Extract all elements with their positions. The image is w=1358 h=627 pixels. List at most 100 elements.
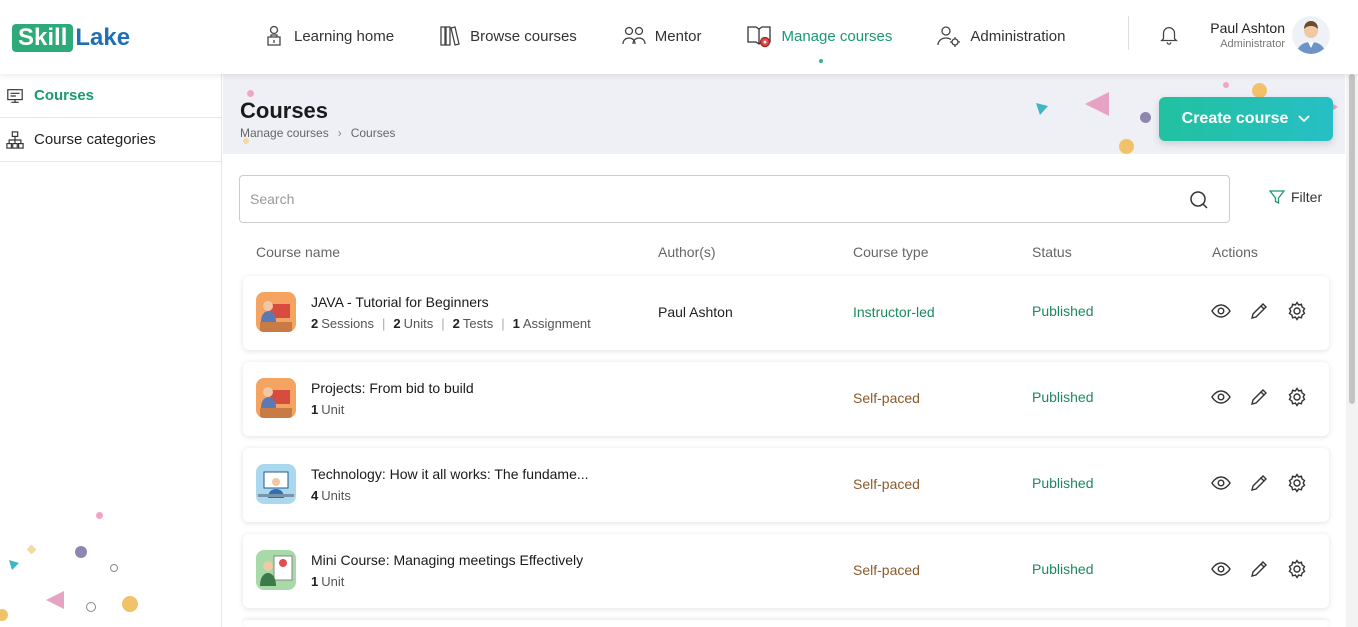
view-button[interactable] (1211, 387, 1231, 407)
edit-button[interactable] (1249, 387, 1269, 407)
pencil-icon (1251, 303, 1267, 319)
nav-browse-courses[interactable]: Browse courses (438, 24, 577, 48)
notifications-button[interactable] (1158, 24, 1180, 51)
decor-triangle (46, 591, 64, 609)
eye-icon (1211, 304, 1231, 318)
admin-icon (937, 26, 961, 47)
decor-dot (110, 564, 118, 572)
sidebar-item-label: Courses (34, 87, 95, 104)
course-name[interactable]: Mini Course: Managing meetings Effective… (311, 552, 583, 568)
sidebar: Courses Course categories (0, 74, 222, 627)
table-row[interactable]: Mini Course: Managing meetings Effective… (243, 534, 1329, 608)
settings-button[interactable] (1287, 559, 1307, 579)
decor-dot (1140, 112, 1151, 123)
eye-icon (1211, 476, 1231, 490)
logo-lake: Lake (75, 24, 131, 51)
course-name[interactable]: Projects: From bid to build (311, 380, 474, 396)
col-course-type[interactable]: Course type (853, 244, 928, 260)
create-course-button[interactable]: Create course (1159, 97, 1333, 141)
row-actions (1211, 473, 1325, 493)
settings-button[interactable] (1287, 301, 1307, 321)
user-info[interactable]: Paul Ashton Administrator (1205, 20, 1285, 50)
course-thumbnail (256, 292, 296, 332)
gear-icon (1288, 387, 1306, 407)
view-button[interactable] (1211, 301, 1231, 321)
learning-home-icon (267, 25, 281, 46)
decor-triangle (1036, 103, 1048, 115)
filter-button[interactable]: Filter (1269, 189, 1322, 205)
col-authors[interactable]: Author(s) (658, 244, 716, 260)
nav-label: Manage courses (781, 27, 893, 45)
nav-label: Mentor (654, 27, 702, 45)
breadcrumb-manage-courses[interactable]: Manage courses (240, 126, 329, 140)
main-content: Courses Manage courses › Courses Create … (223, 74, 1345, 627)
meta-label: Units (403, 316, 434, 331)
sidebar-item-course-categories[interactable]: Course categories (0, 118, 221, 162)
logo-skill: Skill (12, 24, 74, 52)
view-button[interactable] (1211, 473, 1231, 493)
sidebar-item-label: Course categories (34, 131, 156, 148)
skilllake-logo[interactable]: Skill Lake (12, 24, 130, 52)
books-icon (440, 26, 460, 46)
course-name[interactable]: JAVA - Tutorial for Beginners (311, 294, 489, 310)
decor-dot (1223, 82, 1229, 88)
edit-button[interactable] (1249, 301, 1269, 321)
eye-icon (1211, 390, 1231, 404)
user-role: Administrator (1220, 38, 1285, 50)
table-row[interactable]: JAVA - Tutorial for Beginners 2 Sessions |… (243, 276, 1329, 350)
settings-button[interactable] (1287, 387, 1307, 407)
scrollbar-thumb[interactable] (1349, 74, 1355, 404)
search-input[interactable] (240, 176, 1140, 222)
row-actions (1211, 559, 1325, 579)
scrollbar[interactable] (1346, 74, 1358, 627)
nav-manage-courses[interactable]: Manage courses (745, 23, 893, 63)
row-actions (1211, 301, 1325, 321)
course-image-icon (256, 292, 296, 332)
sidebar-item-courses[interactable]: Courses (0, 74, 221, 118)
table-row[interactable]: Projects: From bid to build 1 Unit Self-p… (243, 362, 1329, 436)
meta-separator: | (381, 316, 386, 331)
user-avatar-icon (1292, 16, 1330, 54)
gear-icon (1288, 473, 1306, 493)
table-row[interactable] (243, 620, 1329, 627)
course-name[interactable]: Technology: How it all works: The fundam… (311, 466, 589, 482)
course-thumbnail (256, 464, 296, 504)
nav-administration[interactable]: Administration (936, 24, 1065, 48)
top-header: Skill Lake Learning home Browse courses … (0, 0, 1358, 74)
pencil-icon (1251, 561, 1267, 577)
breadcrumb-separator-icon: › (337, 126, 342, 140)
status-badge: Published (1032, 475, 1094, 491)
decor-triangle (1085, 92, 1109, 116)
table-row[interactable]: Technology: How it all works: The fundam… (243, 448, 1329, 522)
bell-icon (1160, 27, 1178, 45)
meta-label: Sessions (321, 316, 374, 331)
course-image-icon (256, 378, 296, 418)
nav-learning-home[interactable]: Learning home (262, 24, 394, 48)
avatar[interactable] (1292, 16, 1330, 54)
edit-button[interactable] (1249, 559, 1269, 579)
col-status[interactable]: Status (1032, 244, 1072, 260)
course-author: Paul Ashton (658, 304, 733, 320)
col-actions: Actions (1212, 244, 1258, 260)
view-button[interactable] (1211, 559, 1231, 579)
course-image-icon (256, 464, 296, 504)
main-nav: Learning home Browse courses Mentor Mana… (262, 18, 1109, 63)
meta-count: 2 (311, 316, 319, 331)
nav-mentor[interactable]: Mentor (621, 24, 702, 48)
nav-label: Learning home (294, 27, 395, 45)
course-meta: 1 Unit (311, 402, 352, 417)
settings-button[interactable] (1287, 473, 1307, 493)
search-icon[interactable] (1189, 190, 1209, 210)
monitor-icon (7, 88, 23, 103)
chevron-down-icon (1298, 115, 1310, 123)
decor-dot (1252, 83, 1267, 98)
col-course-name[interactable]: Course name (256, 244, 340, 260)
meta-count: 1 (512, 316, 520, 331)
edit-button[interactable] (1249, 473, 1269, 493)
decor-dot (0, 609, 8, 621)
header-divider (1128, 16, 1129, 50)
course-type: Self-paced (853, 562, 920, 578)
breadcrumb: Manage courses › Courses (240, 126, 395, 140)
status-badge: Published (1032, 389, 1094, 405)
create-course-label: Create course (1181, 110, 1289, 127)
